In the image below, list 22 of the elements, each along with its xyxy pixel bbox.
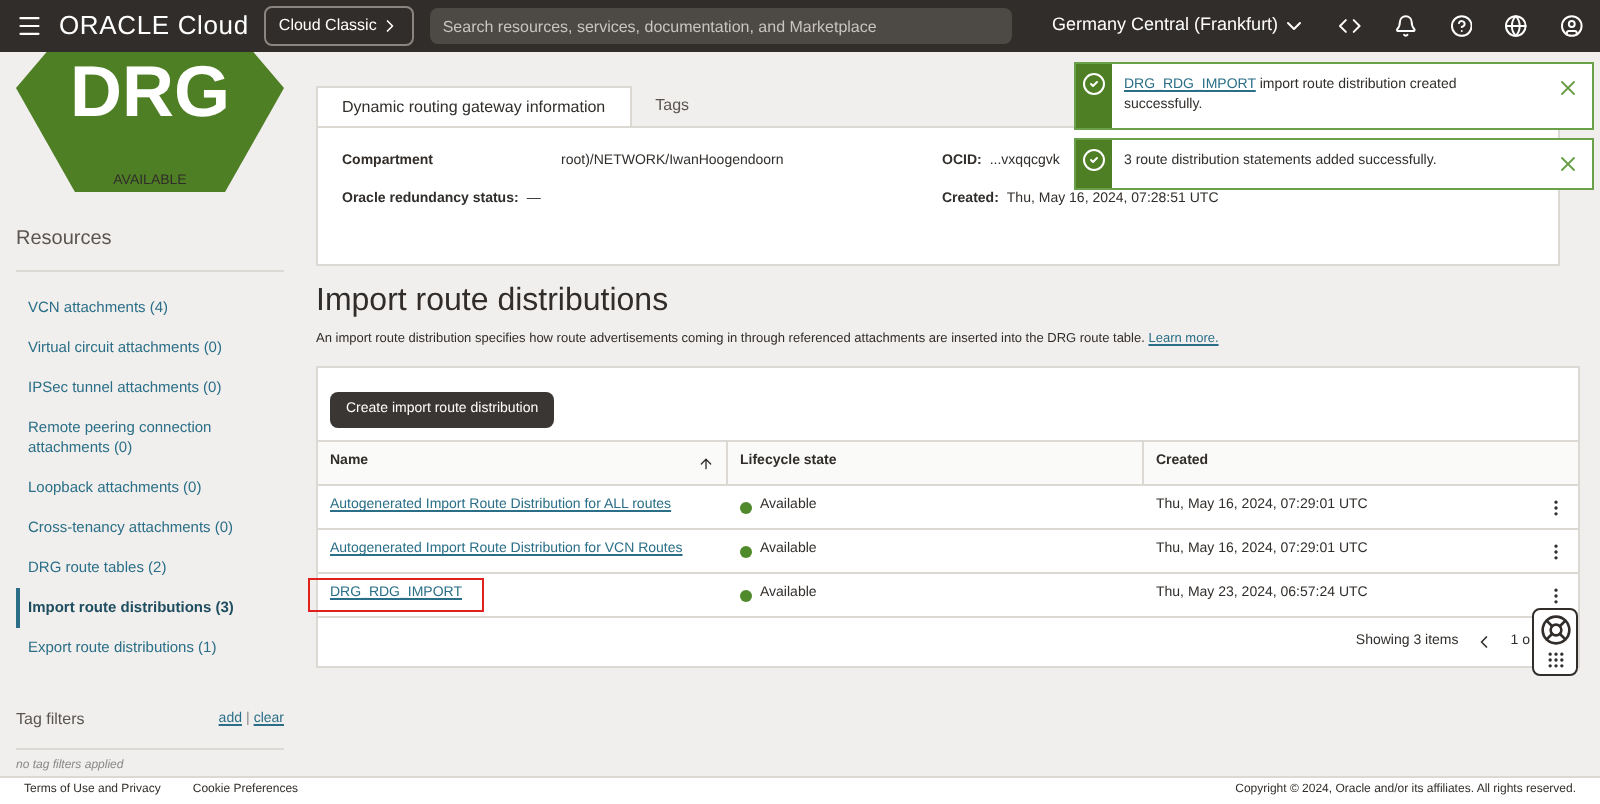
- dots-grid-icon: [1545, 650, 1565, 670]
- close-icon[interactable]: [1556, 76, 1580, 100]
- lifebuoy-icon: [1539, 614, 1571, 646]
- logo-text: DRG: [70, 56, 230, 128]
- section-title: Import route distributions: [316, 282, 671, 322]
- region-selector[interactable]: Germany Central (Frankfurt): [1052, 12, 1307, 40]
- info-tab[interactable]: Tags: [631, 86, 714, 126]
- help-icon[interactable]: [1449, 12, 1473, 40]
- search-field[interactable]: Search resources, services, documentation, and Marketplace: [430, 8, 1013, 44]
- close-icon[interactable]: [1556, 152, 1580, 176]
- brand-logo[interactable]: ORACLE Cloud: [58, 6, 249, 46]
- check-icon: [1082, 148, 1106, 172]
- check-icon: [1082, 72, 1106, 96]
- globe-icon[interactable]: [1504, 12, 1529, 40]
- bell-icon[interactable]: [1393, 12, 1418, 40]
- sort-icon: [698, 455, 714, 471]
- cloud-classic-button[interactable]: Cloud Classic: [264, 6, 415, 46]
- sidebar-title: Resources: [16, 224, 284, 272]
- profile-icon[interactable]: [1560, 12, 1584, 40]
- tag-filters-title: Tag filters: [16, 708, 85, 732]
- help-widget[interactable]: [1532, 608, 1578, 676]
- info-tab[interactable]: Dynamic routing gateway information: [316, 86, 632, 126]
